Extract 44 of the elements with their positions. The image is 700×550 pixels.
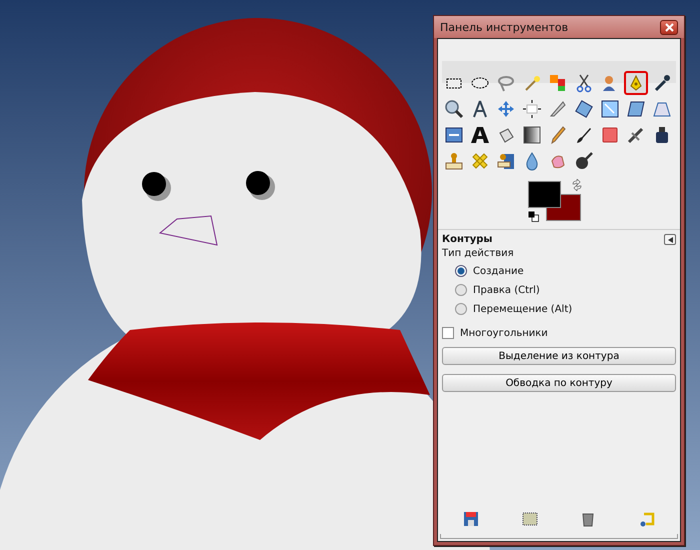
tool-button[interactable] [520, 97, 544, 121]
paintbrush-icon [574, 125, 594, 145]
magnifier-icon [444, 99, 464, 119]
options-title: Контуры [442, 234, 492, 245]
stamp-icon [444, 151, 464, 171]
gradient-icon [522, 125, 542, 145]
scissors-icon [574, 73, 594, 93]
dock-button[interactable] [520, 510, 539, 528]
triangle-left-icon [668, 236, 672, 242]
clone-stamp-icon [496, 151, 516, 171]
collapse-button[interactable] [664, 234, 676, 245]
image-icon [520, 510, 539, 528]
dock-button[interactable] [462, 510, 480, 528]
close-icon [664, 22, 674, 32]
mode-radio[interactable]: Правка (Ctrl) [455, 284, 676, 296]
close-button[interactable] [660, 20, 678, 34]
crop-icon [522, 99, 542, 119]
scale-icon [600, 99, 620, 119]
blade-icon [548, 99, 568, 119]
action-button[interactable]: Выделение из контура [442, 347, 676, 365]
shear-icon [626, 99, 646, 119]
restore-icon [638, 510, 656, 528]
window-title: Панель инструментов [440, 20, 568, 34]
eraser-icon [600, 125, 620, 145]
snowman-eye [142, 172, 171, 201]
save-icon [462, 510, 480, 528]
snowman-eye [246, 171, 275, 200]
mode-radio[interactable]: Создание [455, 265, 676, 277]
action-type-label: Тип действия [442, 248, 515, 259]
polygonal-checkbox[interactable]: Многоугольники [442, 327, 676, 339]
nose-outline-path [158, 215, 218, 246]
action-button[interactable]: Обводка по контуру [442, 374, 676, 392]
dock-button[interactable] [638, 510, 656, 528]
color-squares-icon [548, 73, 568, 93]
bandage-icon [470, 151, 490, 171]
letter-icon [470, 125, 490, 145]
move-arrows-icon [496, 99, 516, 119]
mode-radio[interactable]: Перемещение (Alt) [455, 303, 676, 315]
foreground-color-swatch[interactable] [528, 181, 561, 208]
default-colors-icon[interactable] [528, 211, 539, 222]
round-tool-icon [574, 151, 594, 171]
lasso-icon [496, 73, 516, 93]
eyedropper-icon [652, 73, 672, 93]
swap-arrows-icon[interactable] [571, 179, 583, 191]
